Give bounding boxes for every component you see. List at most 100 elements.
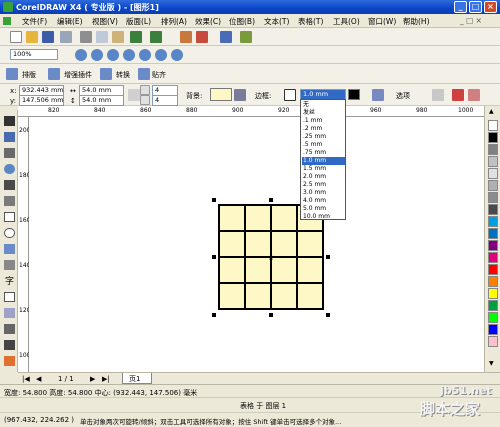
color-swatch[interactable] <box>488 276 498 287</box>
border-color-picker[interactable] <box>348 89 360 100</box>
height-field[interactable]: 54.0 mm <box>79 95 124 106</box>
menu-arrange[interactable]: 排列(A) <box>161 16 187 27</box>
lock-ratio-icon[interactable] <box>128 89 140 101</box>
crop-tool-icon[interactable] <box>4 148 15 158</box>
drawing-canvas[interactable]: × <box>29 117 484 372</box>
doc-icon[interactable] <box>3 17 11 25</box>
color-swatch[interactable] <box>488 324 498 335</box>
list-item[interactable]: 5.0 mm <box>302 205 345 213</box>
pick-tool-icon[interactable] <box>4 116 15 126</box>
list-item[interactable]: .1 mm <box>302 117 345 125</box>
list-item[interactable]: 2.5 mm <box>302 181 345 189</box>
color-swatch[interactable] <box>488 192 498 203</box>
application-launcher-icon[interactable] <box>220 31 232 43</box>
interactive-tool-icon[interactable] <box>4 308 15 318</box>
prev-page-icon[interactable]: ◀ <box>36 375 41 383</box>
minimize-icon[interactable]: _ <box>454 1 467 13</box>
paste-icon[interactable] <box>112 31 124 43</box>
layout-button[interactable]: 排版 <box>22 70 36 80</box>
basic-shapes-tool-icon[interactable] <box>4 260 15 270</box>
ellipse-tool-icon[interactable] <box>4 228 15 238</box>
wrap-text-icon[interactable] <box>432 89 444 101</box>
fill-tool-icon[interactable] <box>4 356 15 366</box>
welcome-screen-icon[interactable] <box>240 31 252 43</box>
next-page-icon[interactable]: ▶ <box>90 375 95 383</box>
close-icon[interactable]: × <box>484 1 497 13</box>
menu-table[interactable]: 表格(T) <box>298 16 323 27</box>
shape-tool-icon[interactable] <box>4 132 15 142</box>
color-swatch[interactable] <box>488 216 498 227</box>
zoom-level-field[interactable]: 100% <box>10 49 58 60</box>
list-item[interactable]: 2.0 mm <box>302 173 345 181</box>
color-swatch[interactable] <box>488 264 498 275</box>
menu-layout[interactable]: 版面(L) <box>126 16 151 27</box>
open-folder-icon[interactable] <box>26 31 38 43</box>
color-swatch[interactable] <box>488 312 498 323</box>
text-tool-icon[interactable]: 字 <box>5 274 14 287</box>
menu-effects[interactable]: 效果(C) <box>195 16 221 27</box>
zoom-out-icon[interactable] <box>91 49 103 61</box>
list-item[interactable]: .75 mm <box>302 149 345 157</box>
menu-help[interactable]: 帮助(H) <box>403 16 430 27</box>
list-item[interactable]: 1.5 mm <box>302 165 345 173</box>
menu-bitmaps[interactable]: 位图(B) <box>229 16 255 27</box>
enhance-plugin-button[interactable]: 增强插件 <box>64 70 92 80</box>
list-item[interactable]: 4.0 mm <box>302 197 345 205</box>
menu-tools[interactable]: 工具(O) <box>333 16 360 27</box>
list-item-selected[interactable]: 1.0 mm <box>302 157 345 165</box>
zoom-width-icon[interactable] <box>155 49 167 61</box>
background-color-picker[interactable] <box>210 88 232 101</box>
first-page-icon[interactable]: |◀ <box>22 375 30 383</box>
color-swatch[interactable] <box>488 168 498 179</box>
list-item[interactable]: 发丝 <box>302 109 345 117</box>
columns-field[interactable]: 4 <box>152 95 178 106</box>
zoom-page-icon[interactable] <box>139 49 151 61</box>
rectangle-tool-icon[interactable] <box>4 212 15 222</box>
border-width-list[interactable]: 无 发丝 .1 mm .2 mm .25 mm .5 mm .75 mm 1.0… <box>300 99 346 220</box>
snap-button[interactable]: 贴齐 <box>152 70 166 80</box>
list-item[interactable]: .2 mm <box>302 125 345 133</box>
list-item[interactable]: .5 mm <box>302 141 345 149</box>
color-swatch[interactable] <box>488 180 498 191</box>
list-item[interactable]: 无 <box>302 101 345 109</box>
mdi-controls[interactable]: _ □ × <box>460 16 482 25</box>
palette-scroll-up-icon[interactable]: ▲ <box>489 108 494 115</box>
menu-window[interactable]: 窗口(W) <box>368 16 396 27</box>
freehand-tool-icon[interactable] <box>4 180 15 190</box>
table-object[interactable]: × <box>29 117 484 372</box>
print-icon[interactable] <box>60 31 72 43</box>
copy-icon[interactable] <box>96 31 108 43</box>
export-icon[interactable] <box>196 31 208 43</box>
cut-icon[interactable] <box>80 31 92 43</box>
zoom-height-icon[interactable] <box>171 49 183 61</box>
plugin-icon[interactable] <box>48 68 60 80</box>
color-swatch[interactable] <box>488 252 498 263</box>
zoom-tool-icon[interactable] <box>4 164 15 174</box>
layout-icon[interactable] <box>6 68 18 80</box>
border-sides-icon[interactable] <box>284 89 296 101</box>
palette-scroll-down-icon[interactable]: ▼ <box>489 360 494 367</box>
snap-icon[interactable] <box>138 68 150 80</box>
split-cells-icon[interactable] <box>468 89 480 101</box>
outline-tool-icon[interactable] <box>4 340 15 350</box>
list-item[interactable]: 10.0 mm <box>302 213 345 221</box>
import-icon[interactable] <box>180 31 192 43</box>
zoom-all-icon[interactable] <box>123 49 135 61</box>
options-button[interactable]: 选项 <box>396 91 410 101</box>
color-swatch[interactable] <box>488 120 498 131</box>
table-tool-icon[interactable] <box>4 292 15 302</box>
menu-file[interactable]: 文件(F) <box>22 16 47 27</box>
color-swatch[interactable] <box>488 288 498 299</box>
pen-options-icon[interactable] <box>372 89 384 101</box>
maximize-icon[interactable]: □ <box>469 1 482 13</box>
convert-button[interactable]: 转换 <box>116 70 130 80</box>
menu-view[interactable]: 视图(V) <box>92 16 118 27</box>
menu-text[interactable]: 文本(T) <box>264 16 289 27</box>
list-item[interactable]: .25 mm <box>302 133 345 141</box>
list-item[interactable]: 3.0 mm <box>302 189 345 197</box>
merge-cells-icon[interactable] <box>452 89 464 101</box>
redo-icon[interactable] <box>150 31 162 43</box>
page-tab[interactable]: 页1 <box>122 373 152 384</box>
edit-fill-icon[interactable] <box>234 89 246 101</box>
save-icon[interactable] <box>42 31 54 43</box>
